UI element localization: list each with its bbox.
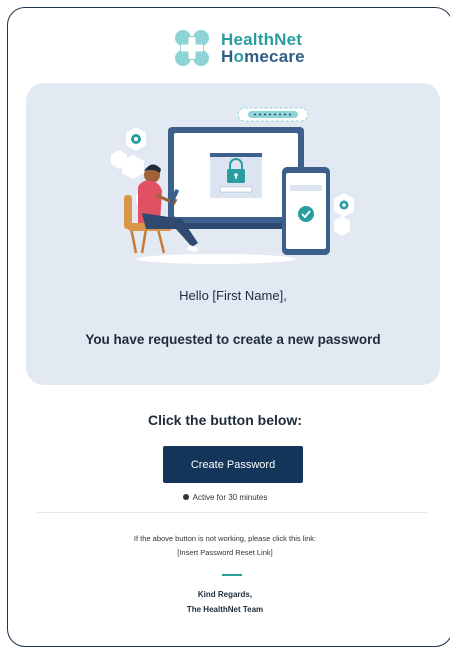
greeting-text: Hello [First Name], bbox=[179, 288, 287, 303]
active-duration: Active for 30 minutes bbox=[0, 493, 450, 502]
signoff-greeting: Kind Regards, bbox=[197, 590, 253, 599]
create-password-button[interactable]: Create Password bbox=[163, 446, 303, 483]
accent-divider bbox=[222, 574, 242, 576]
signoff-team: The HealthNet Team bbox=[186, 605, 264, 614]
medical-cross-logo-icon bbox=[175, 30, 209, 66]
clock-icon bbox=[182, 493, 189, 500]
password-reset-link[interactable]: [Insert Password Reset Link] bbox=[177, 548, 272, 557]
password-reset-illustration bbox=[111, 107, 354, 264]
fallback-link-row: [Insert Password Reset Link] bbox=[0, 548, 450, 557]
gear-icon bbox=[131, 134, 141, 144]
brand-name-line2: Homecare bbox=[221, 47, 305, 66]
brand-logo: HealthNet Homecare bbox=[170, 28, 305, 68]
brand-name-line1: HealthNet bbox=[221, 30, 303, 49]
divider bbox=[37, 512, 427, 513]
cta-heading: Click the button below: bbox=[148, 412, 302, 428]
request-message: You have requested to create a new passw… bbox=[85, 332, 381, 347]
hero-panel: Hello [First Name], You have requested t… bbox=[26, 83, 440, 385]
fallback-text: If the above button is not working, plea… bbox=[133, 534, 317, 543]
active-duration-text: Active for 30 minutes bbox=[192, 493, 268, 502]
